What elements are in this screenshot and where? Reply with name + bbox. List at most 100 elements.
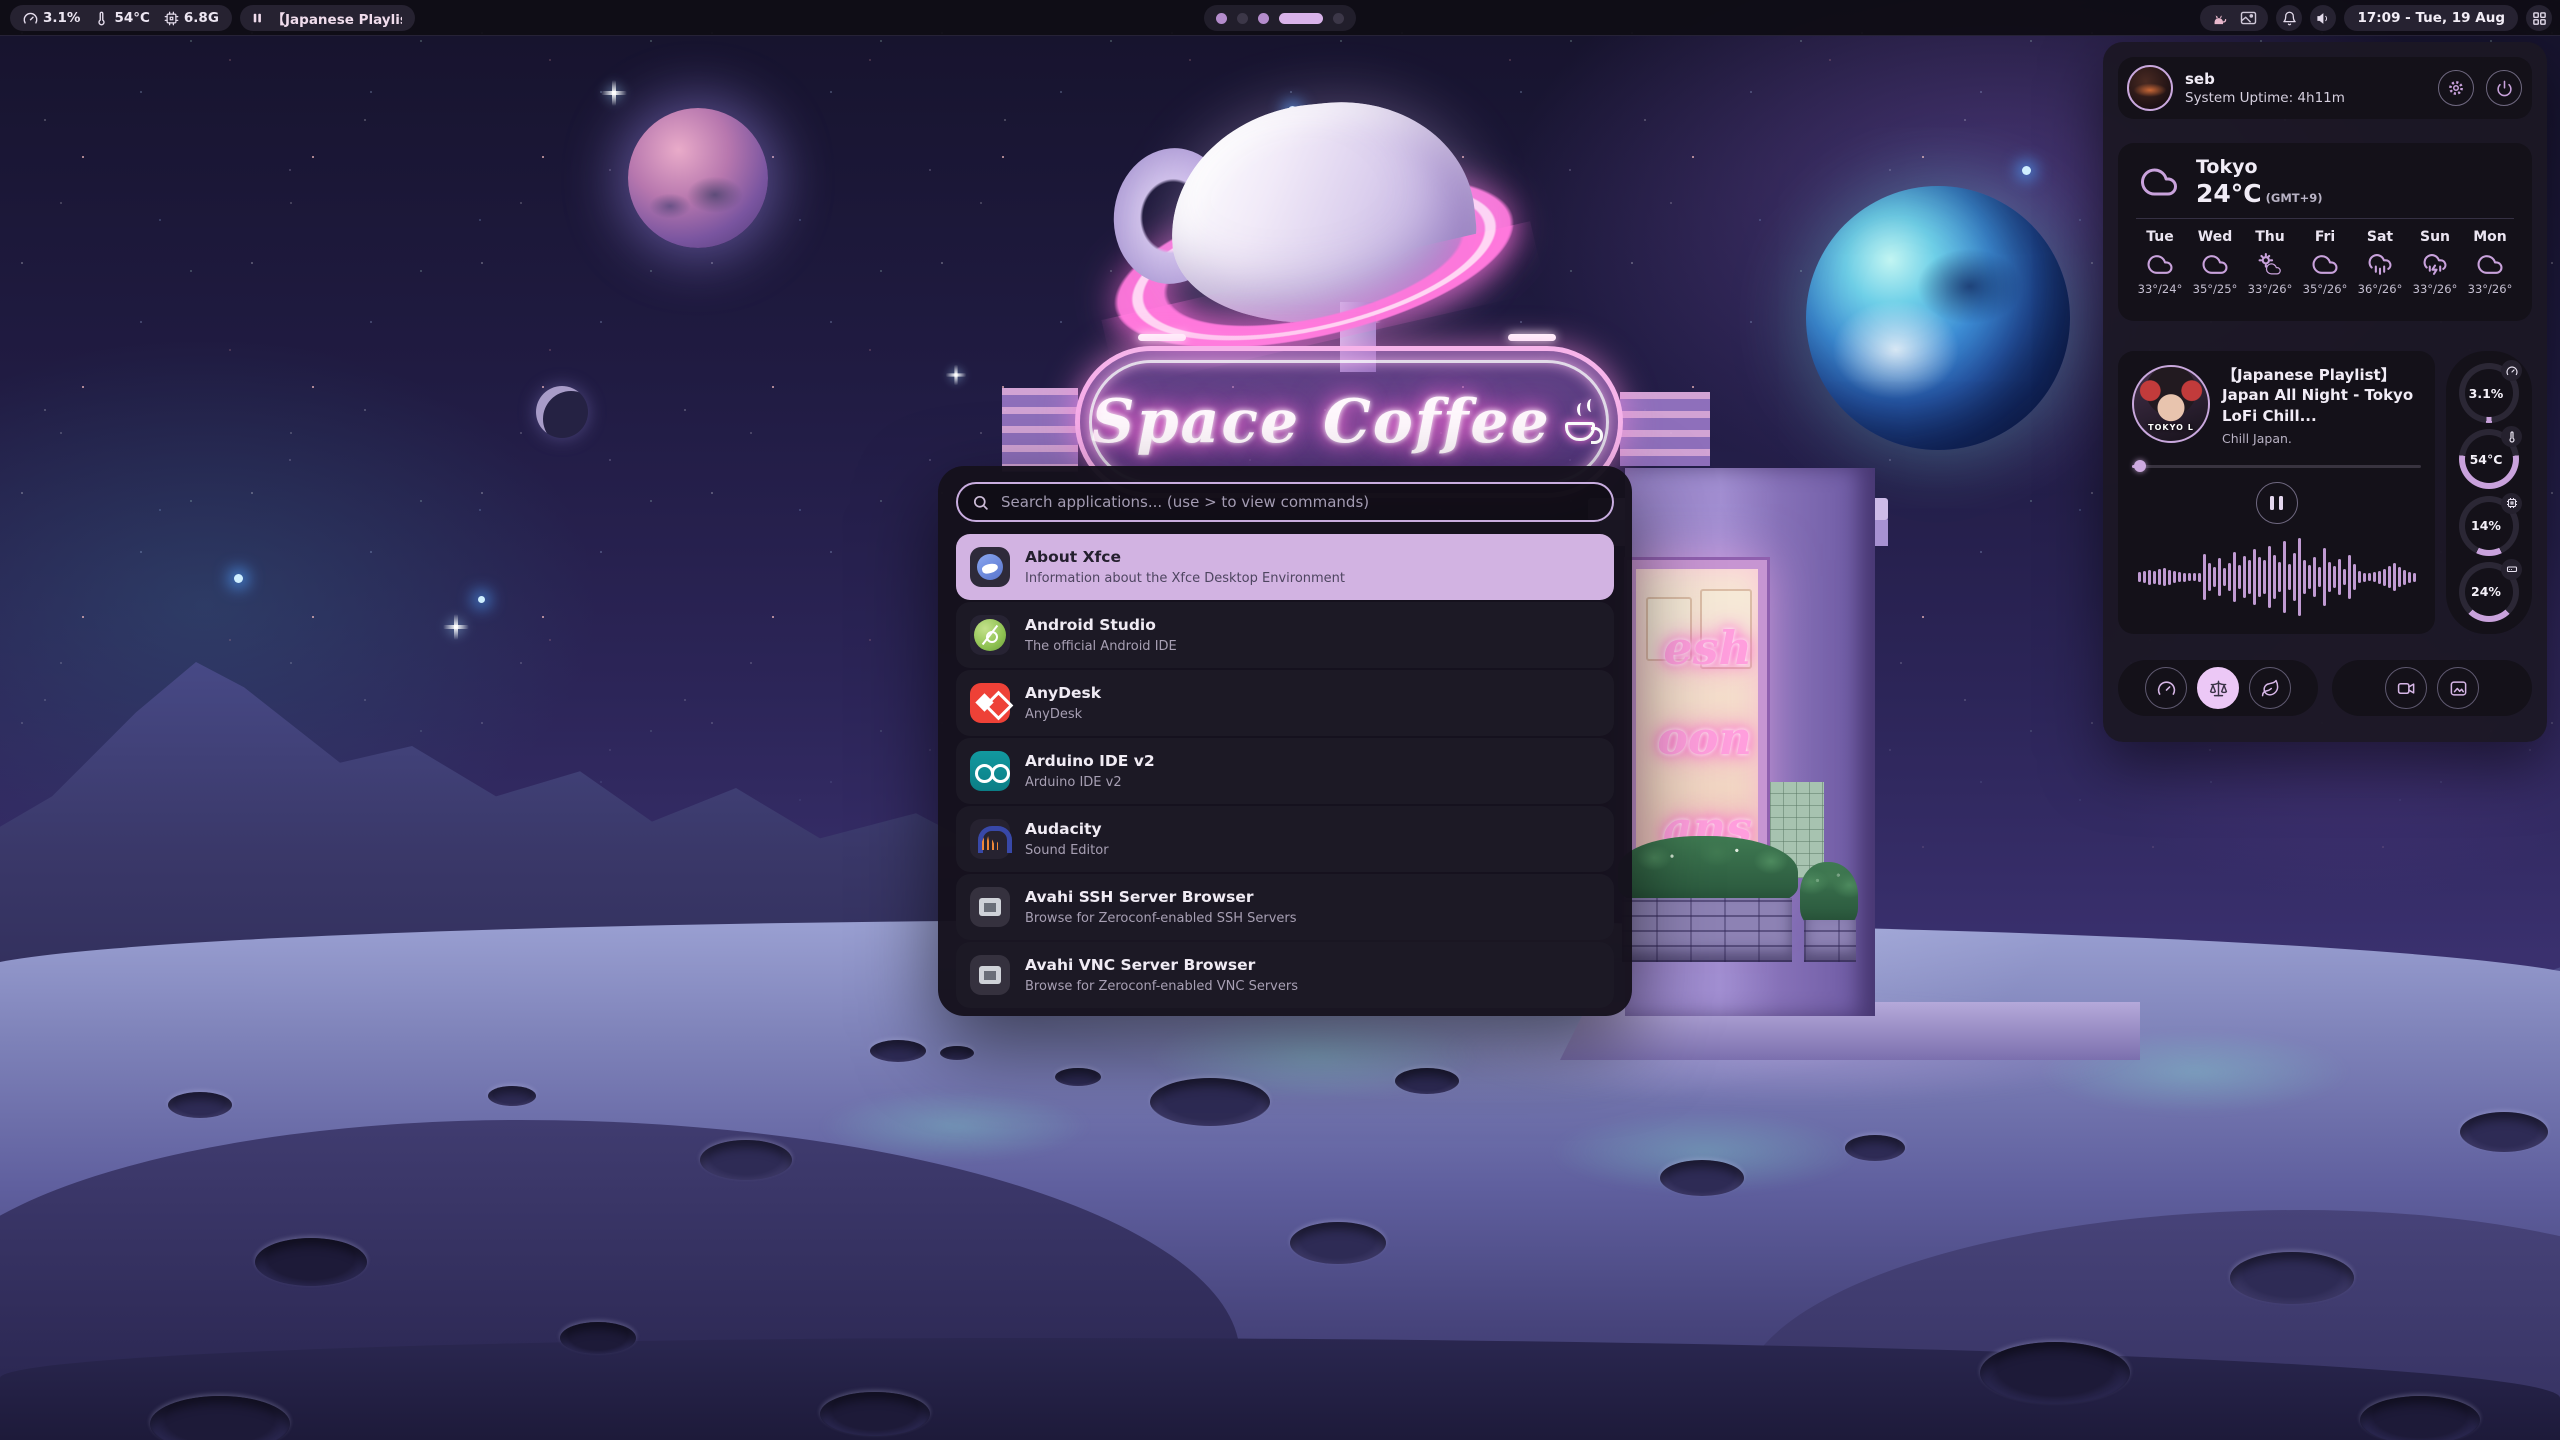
weather-forecast: Tue 33°/24° Wed 35°/25° Thu 33°/26° Fri (2136, 229, 2514, 296)
search-icon (972, 494, 989, 511)
crater (820, 1392, 930, 1436)
window-neon-text: oon (1657, 711, 1752, 765)
search-input[interactable] (999, 492, 1598, 512)
screen-record-button[interactable] (2385, 667, 2427, 709)
bright-star (478, 596, 485, 603)
crater (2460, 1112, 2548, 1152)
user-avatar (2127, 65, 2173, 111)
power-button[interactable] (2486, 70, 2522, 106)
system-uptime: System Uptime: 4h11m (2185, 90, 2426, 106)
weather-card: Tokyo 24°C (GMT+9) Tue 33°/24° Wed (2118, 143, 2532, 321)
crater (488, 1086, 536, 1106)
pet-cat-icon[interactable] (2211, 11, 2228, 26)
video-camera-icon (2397, 679, 2416, 698)
album-art: TOKYO L (2132, 365, 2210, 443)
tray-pill (2200, 5, 2268, 31)
awning-stripes (1002, 388, 1078, 472)
app-row-avahi-ssh[interactable]: Avahi SSH Server Browser Browse for Zero… (956, 874, 1614, 940)
side-panel: seb System Uptime: 4h11m Tokyo 24°C (GMT… (2103, 42, 2547, 742)
cpu-usage: 3.1% (23, 10, 80, 26)
forecast-day: Sat 36°/26° (2356, 229, 2404, 296)
powersave-profile-button[interactable] (2249, 667, 2291, 709)
workspace-dot-5[interactable] (1333, 13, 1344, 24)
sun-behind-cloud-icon (2255, 252, 2285, 277)
android-studio-icon (970, 615, 1010, 655)
progress-knob[interactable] (2134, 460, 2146, 472)
crater (1055, 1068, 1101, 1086)
chip-icon (2501, 493, 2522, 514)
balanced-profile-button[interactable] (2197, 667, 2239, 709)
sign-neon-dash (1138, 334, 1186, 341)
crater (1845, 1135, 1905, 1161)
panel-actions (2118, 660, 2532, 716)
dashboard-toggle-button[interactable] (2526, 5, 2552, 31)
rain-cloud-icon (2365, 252, 2395, 277)
speedometer-icon (2501, 360, 2522, 381)
app-row-android-studio[interactable]: Android Studio The official Android IDE (956, 602, 1614, 668)
workspace-indicator (1204, 5, 1356, 31)
awning-stripes (1620, 392, 1710, 466)
workspace-dot-1[interactable] (1216, 13, 1227, 24)
screenshot-icon (2449, 679, 2468, 698)
track-title: 【Japanese Playlist】 Japan All Night - To… (2222, 365, 2421, 426)
app-row-avahi-vnc[interactable]: Avahi VNC Server Browser Browse for Zero… (956, 942, 1614, 1008)
volume-button[interactable] (2310, 5, 2336, 31)
gear-icon (2447, 79, 2465, 97)
window-neon-text: esh (1663, 621, 1752, 675)
coffee-cup-icon (1563, 403, 1607, 441)
forecast-day: Tue 33°/24° (2136, 229, 2184, 296)
media-pill[interactable]: 【Japanese Playlist】 J... (240, 5, 415, 31)
xfce-mouse-icon (970, 547, 1010, 587)
star-sparkle (954, 365, 957, 386)
notifications-bell-button[interactable] (2276, 5, 2302, 31)
weather-temp: 24°C (2196, 179, 2262, 208)
memory-usage: 6.8G (164, 10, 219, 26)
performance-profile-button[interactable] (2145, 667, 2187, 709)
crater (1660, 1160, 1744, 1196)
forecast-day: Mon 33°/26° (2466, 229, 2514, 296)
capture-tools-group (2332, 660, 2532, 716)
workspace-dot-2[interactable] (1237, 13, 1248, 24)
play-pause-button[interactable] (2256, 482, 2298, 524)
weather-city: Tokyo (2196, 157, 2323, 179)
track-progress-bar[interactable] (2132, 460, 2421, 472)
app-launcher: About Xfce Information about the Xfce De… (938, 466, 1632, 1016)
small-moon (536, 386, 588, 438)
bell-icon (2282, 11, 2297, 26)
chip-icon (164, 11, 179, 26)
desktop: esh oon ans Space Coffee (0, 0, 2560, 1440)
cloud-icon (2310, 252, 2340, 277)
app-row-audacity[interactable]: Audacity Sound Editor (956, 806, 1614, 872)
audio-visualizer (2132, 534, 2421, 620)
crater (2360, 1396, 2480, 1440)
crater (2230, 1252, 2354, 1304)
app-list: About Xfce Information about the Xfce De… (956, 534, 1614, 1008)
bush (1800, 862, 1858, 928)
cpu-temp: 54°C (94, 10, 149, 26)
wallpaper-image-icon[interactable] (2240, 11, 2257, 25)
weather-timezone: (GMT+9) (2266, 191, 2323, 205)
app-row-arduino-ide[interactable]: Arduino IDE v2 Arduino IDE v2 (956, 738, 1614, 804)
app-row-anydesk[interactable]: AnyDesk AnyDesk (956, 670, 1614, 736)
crater (560, 1322, 636, 1354)
workspace-dot-3[interactable] (1258, 13, 1269, 24)
forecast-day: Fri 35°/26° (2301, 229, 2349, 296)
forecast-day: Thu 33°/26° (2246, 229, 2294, 296)
clock-pill[interactable]: 17:09 - Tue, 19 Aug (2344, 5, 2518, 31)
crater (1290, 1222, 1386, 1264)
network-port-icon (970, 887, 1010, 927)
username: seb (2185, 70, 2426, 88)
workspace-dot-4[interactable] (1279, 13, 1323, 24)
album-caption: TOKYO L (2134, 423, 2208, 432)
settings-button[interactable] (2438, 70, 2474, 106)
crater (168, 1092, 232, 1118)
power-profile-group (2118, 660, 2318, 716)
screenshot-button[interactable] (2437, 667, 2479, 709)
gauge-disk: 24% (2459, 562, 2519, 622)
gauge-memory: 14% (2459, 496, 2519, 556)
sign-text: Space Coffee (1091, 387, 1551, 457)
launcher-search[interactable] (956, 482, 1614, 522)
cloud-icon (2136, 164, 2182, 200)
audacity-icon (970, 819, 1010, 859)
app-row-about-xfce[interactable]: About Xfce Information about the Xfce De… (956, 534, 1614, 600)
